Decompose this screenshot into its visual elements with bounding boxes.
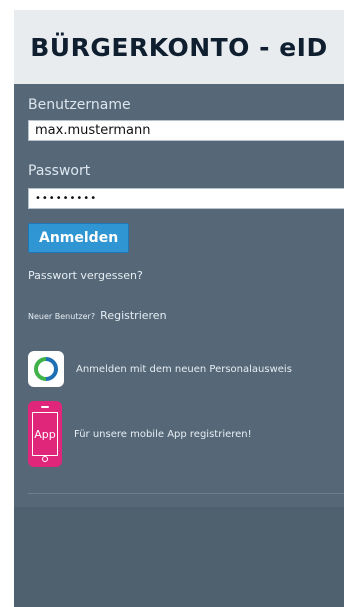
new-user-prefix: Neuer Benutzer? [28, 312, 96, 321]
phone-home-button [42, 456, 48, 462]
username-field[interactable] [28, 120, 344, 141]
personalausweis-eid-icon [28, 351, 64, 387]
username-label: Benutzername [28, 97, 131, 113]
forgot-password-link[interactable]: Passwort vergessen? [28, 269, 143, 282]
page-title: BÜRGERKONTO - eID [30, 32, 328, 62]
app-register-option[interactable]: App Für unsere mobile App registrieren! [28, 401, 252, 467]
divider [28, 493, 344, 494]
login-button[interactable]: Anmelden [28, 223, 130, 253]
phone-speaker [41, 406, 49, 408]
login-panel: BÜRGERKONTO - eID Benutzername Passwort … [14, 10, 344, 607]
register-link[interactable]: Registrieren [100, 309, 166, 322]
new-user-line: Neuer Benutzer? Registrieren [28, 304, 167, 323]
eid-login-text: Anmelden mit dem neuen Personalausweis [76, 363, 292, 375]
password-label: Passwort [28, 163, 91, 179]
eid-login-option[interactable]: Anmelden mit dem neuen Personalausweis [28, 351, 292, 387]
password-field[interactable] [28, 188, 344, 209]
app-register-text: Für unsere mobile App registrieren! [74, 428, 252, 440]
phone-screen: App [32, 412, 58, 456]
app-icon-label: App [34, 427, 56, 441]
header: BÜRGERKONTO - eID [14, 10, 344, 84]
mobile-phone-icon: App [28, 401, 62, 467]
footer-area [14, 507, 344, 607]
